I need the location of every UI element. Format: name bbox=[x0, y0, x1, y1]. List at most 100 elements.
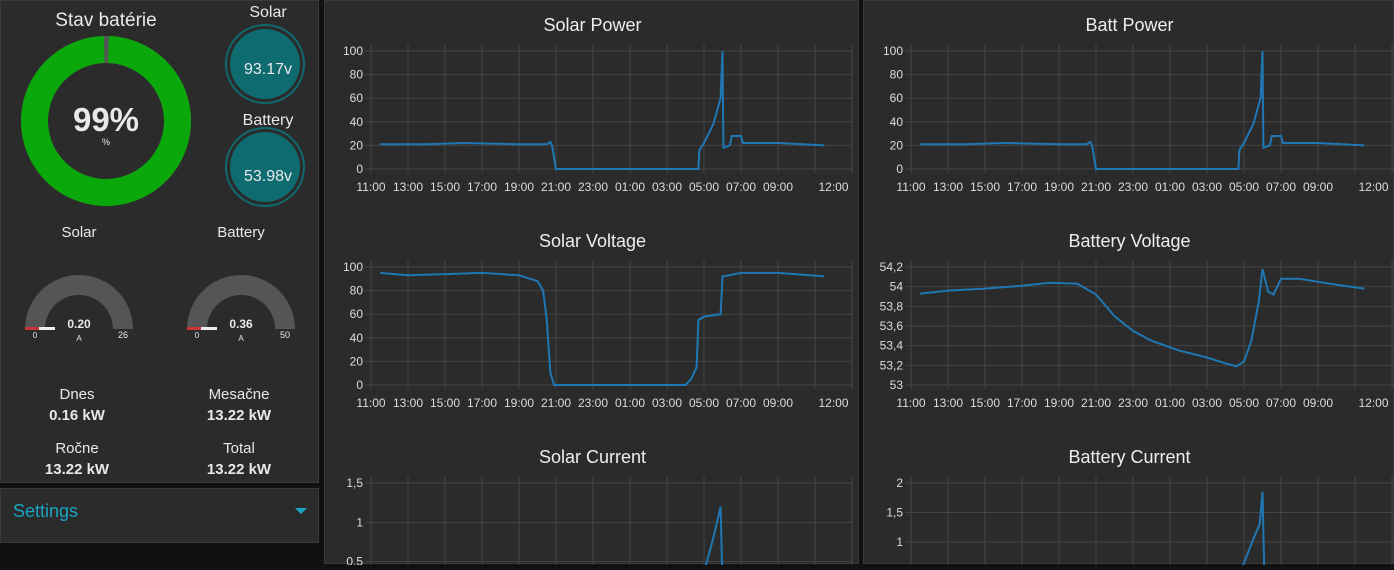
y-tick-label: 54 bbox=[890, 280, 904, 294]
x-tick-label: 09:00 bbox=[763, 180, 793, 194]
x-tick-label: 03:00 bbox=[652, 396, 682, 410]
x-tick-label: 23:00 bbox=[1118, 396, 1148, 410]
series-line bbox=[920, 268, 1365, 368]
x-tick-label: 09:00 bbox=[763, 396, 793, 410]
stat-month-label: Mesačne bbox=[208, 386, 270, 403]
y-tick-label: 53,6 bbox=[880, 319, 904, 333]
y-tick-label: 60 bbox=[350, 91, 364, 105]
y-tick-label: 0,5 bbox=[346, 555, 363, 565]
solar-gauge-unit: A bbox=[76, 334, 82, 343]
x-tick-label: 03:00 bbox=[652, 180, 682, 194]
y-tick-label: 0 bbox=[356, 162, 363, 176]
stat-today-label: Dnes bbox=[59, 386, 95, 403]
solar-gauge-min: 0 bbox=[32, 331, 38, 340]
y-tick-label: 100 bbox=[343, 44, 363, 58]
solar-gauge-max: 26 bbox=[117, 330, 128, 340]
x-tick-label: 23:00 bbox=[1118, 180, 1148, 194]
x-tick-label: 13:00 bbox=[393, 396, 423, 410]
y-tick-label: 100 bbox=[343, 260, 363, 274]
x-tick-label: 17:00 bbox=[1007, 396, 1037, 410]
x-tick-label: 05:00 bbox=[689, 180, 719, 194]
stat-total-value: 13.22 kW bbox=[206, 461, 272, 478]
chart-title: Solar Voltage bbox=[539, 231, 646, 251]
y-tick-label: 100 bbox=[883, 44, 903, 58]
chart-title: Batt Power bbox=[1085, 15, 1173, 35]
x-tick-label: 13:00 bbox=[933, 396, 963, 410]
series-line bbox=[920, 50, 1365, 170]
battery-gauge-label: Battery bbox=[217, 224, 265, 241]
x-tick-label: 11:00 bbox=[896, 396, 925, 410]
x-tick-label: 01:00 bbox=[1155, 180, 1185, 194]
battery-gauge-value: 0.36 bbox=[229, 317, 253, 331]
x-tick-label: 19:00 bbox=[504, 180, 534, 194]
x-tick-label: 12:00 bbox=[1358, 396, 1388, 410]
x-tick-label: 19:00 bbox=[504, 396, 534, 410]
x-tick-label: 15:00 bbox=[970, 396, 1000, 410]
x-tick-label: 21:00 bbox=[1081, 180, 1111, 194]
x-tick-label: 07:00 bbox=[726, 180, 756, 194]
x-tick-label: 11:00 bbox=[356, 180, 385, 194]
stat-total-label: Total bbox=[223, 440, 255, 457]
solar-level-label: Solar bbox=[249, 4, 287, 21]
x-tick-label: 09:00 bbox=[1303, 180, 1333, 194]
x-tick-label: 05:00 bbox=[1229, 396, 1259, 410]
y-tick-label: 1 bbox=[896, 535, 903, 549]
x-tick-label: 11:00 bbox=[356, 396, 385, 410]
x-tick-label: 15:00 bbox=[970, 180, 1000, 194]
x-tick-label: 21:00 bbox=[1081, 396, 1111, 410]
battery-charts: Batt Power 100 80 60 40 20 0 11:00 13:00 15:00 17:… bbox=[880, 15, 1394, 570]
y-tick-label: 1,5 bbox=[346, 476, 363, 490]
x-tick-label: 17:00 bbox=[467, 180, 497, 194]
y-tick-label: 20 bbox=[350, 138, 364, 152]
y-tick-label: 53,4 bbox=[880, 339, 904, 353]
y-tick-label: 1 bbox=[356, 515, 363, 529]
solar-gauge-label: Solar bbox=[61, 224, 97, 241]
y-tick-label: 40 bbox=[350, 331, 364, 345]
stat-today-value: 0.16 kW bbox=[49, 407, 105, 424]
y-tick-label: 40 bbox=[350, 115, 364, 129]
series-line bbox=[703, 506, 724, 570]
battery-level-value: 53.98v bbox=[243, 168, 293, 185]
stat-year-label: Ročne bbox=[55, 440, 99, 457]
x-tick-label: 12:00 bbox=[818, 396, 848, 410]
y-tick-label: 53,2 bbox=[880, 358, 904, 372]
y-tick-label: 20 bbox=[890, 138, 904, 152]
x-tick-label: 03:00 bbox=[1192, 396, 1222, 410]
y-tick-label: 20 bbox=[350, 354, 364, 368]
y-tick-label: 80 bbox=[890, 68, 904, 82]
y-tick-label: 40 bbox=[890, 115, 904, 129]
x-tick-label: 13:00 bbox=[933, 180, 963, 194]
x-tick-label: 15:00 bbox=[430, 396, 460, 410]
x-tick-label: 21:00 bbox=[541, 180, 571, 194]
battery-gauge-max: 50 bbox=[279, 330, 290, 340]
settings-label: Settings bbox=[13, 501, 79, 521]
x-tick-label: 17:00 bbox=[467, 396, 497, 410]
y-tick-label: 0 bbox=[896, 162, 903, 176]
battery-level-circle bbox=[225, 127, 305, 207]
x-tick-label: 23:00 bbox=[578, 396, 608, 410]
chart-title: Solar Current bbox=[539, 447, 646, 467]
series-line bbox=[1240, 491, 1266, 570]
x-tick-label: 23:00 bbox=[578, 180, 608, 194]
series-line bbox=[380, 50, 825, 170]
settings-group-header[interactable]: Settings bbox=[0, 488, 319, 543]
solar-charts-group: Solar Power 100 80 60 40 20 0 11:00 13:00 15:00 17… bbox=[324, 0, 859, 570]
x-tick-label: 15:00 bbox=[430, 180, 460, 194]
x-tick-label: 01:00 bbox=[1155, 396, 1185, 410]
battery-percent-unit: % bbox=[101, 137, 110, 147]
x-tick-label: 17:00 bbox=[1007, 180, 1037, 194]
y-tick-label: 80 bbox=[350, 68, 364, 82]
x-tick-label: 01:00 bbox=[615, 180, 645, 194]
x-tick-label: 11:00 bbox=[896, 180, 925, 194]
chevron-down-icon[interactable] bbox=[295, 508, 307, 514]
y-tick-label: 53,8 bbox=[880, 299, 904, 313]
y-tick-label: 80 bbox=[350, 284, 364, 298]
x-tick-label: 19:00 bbox=[1044, 180, 1074, 194]
x-tick-label: 13:00 bbox=[393, 180, 423, 194]
x-tick-label: 07:00 bbox=[1266, 180, 1296, 194]
y-tick-label: 60 bbox=[350, 307, 364, 321]
y-tick-label: 60 bbox=[890, 91, 904, 105]
x-tick-label: 19:00 bbox=[1044, 396, 1074, 410]
series-line bbox=[380, 271, 825, 386]
battery-state-title: Stav batérie bbox=[55, 10, 157, 31]
